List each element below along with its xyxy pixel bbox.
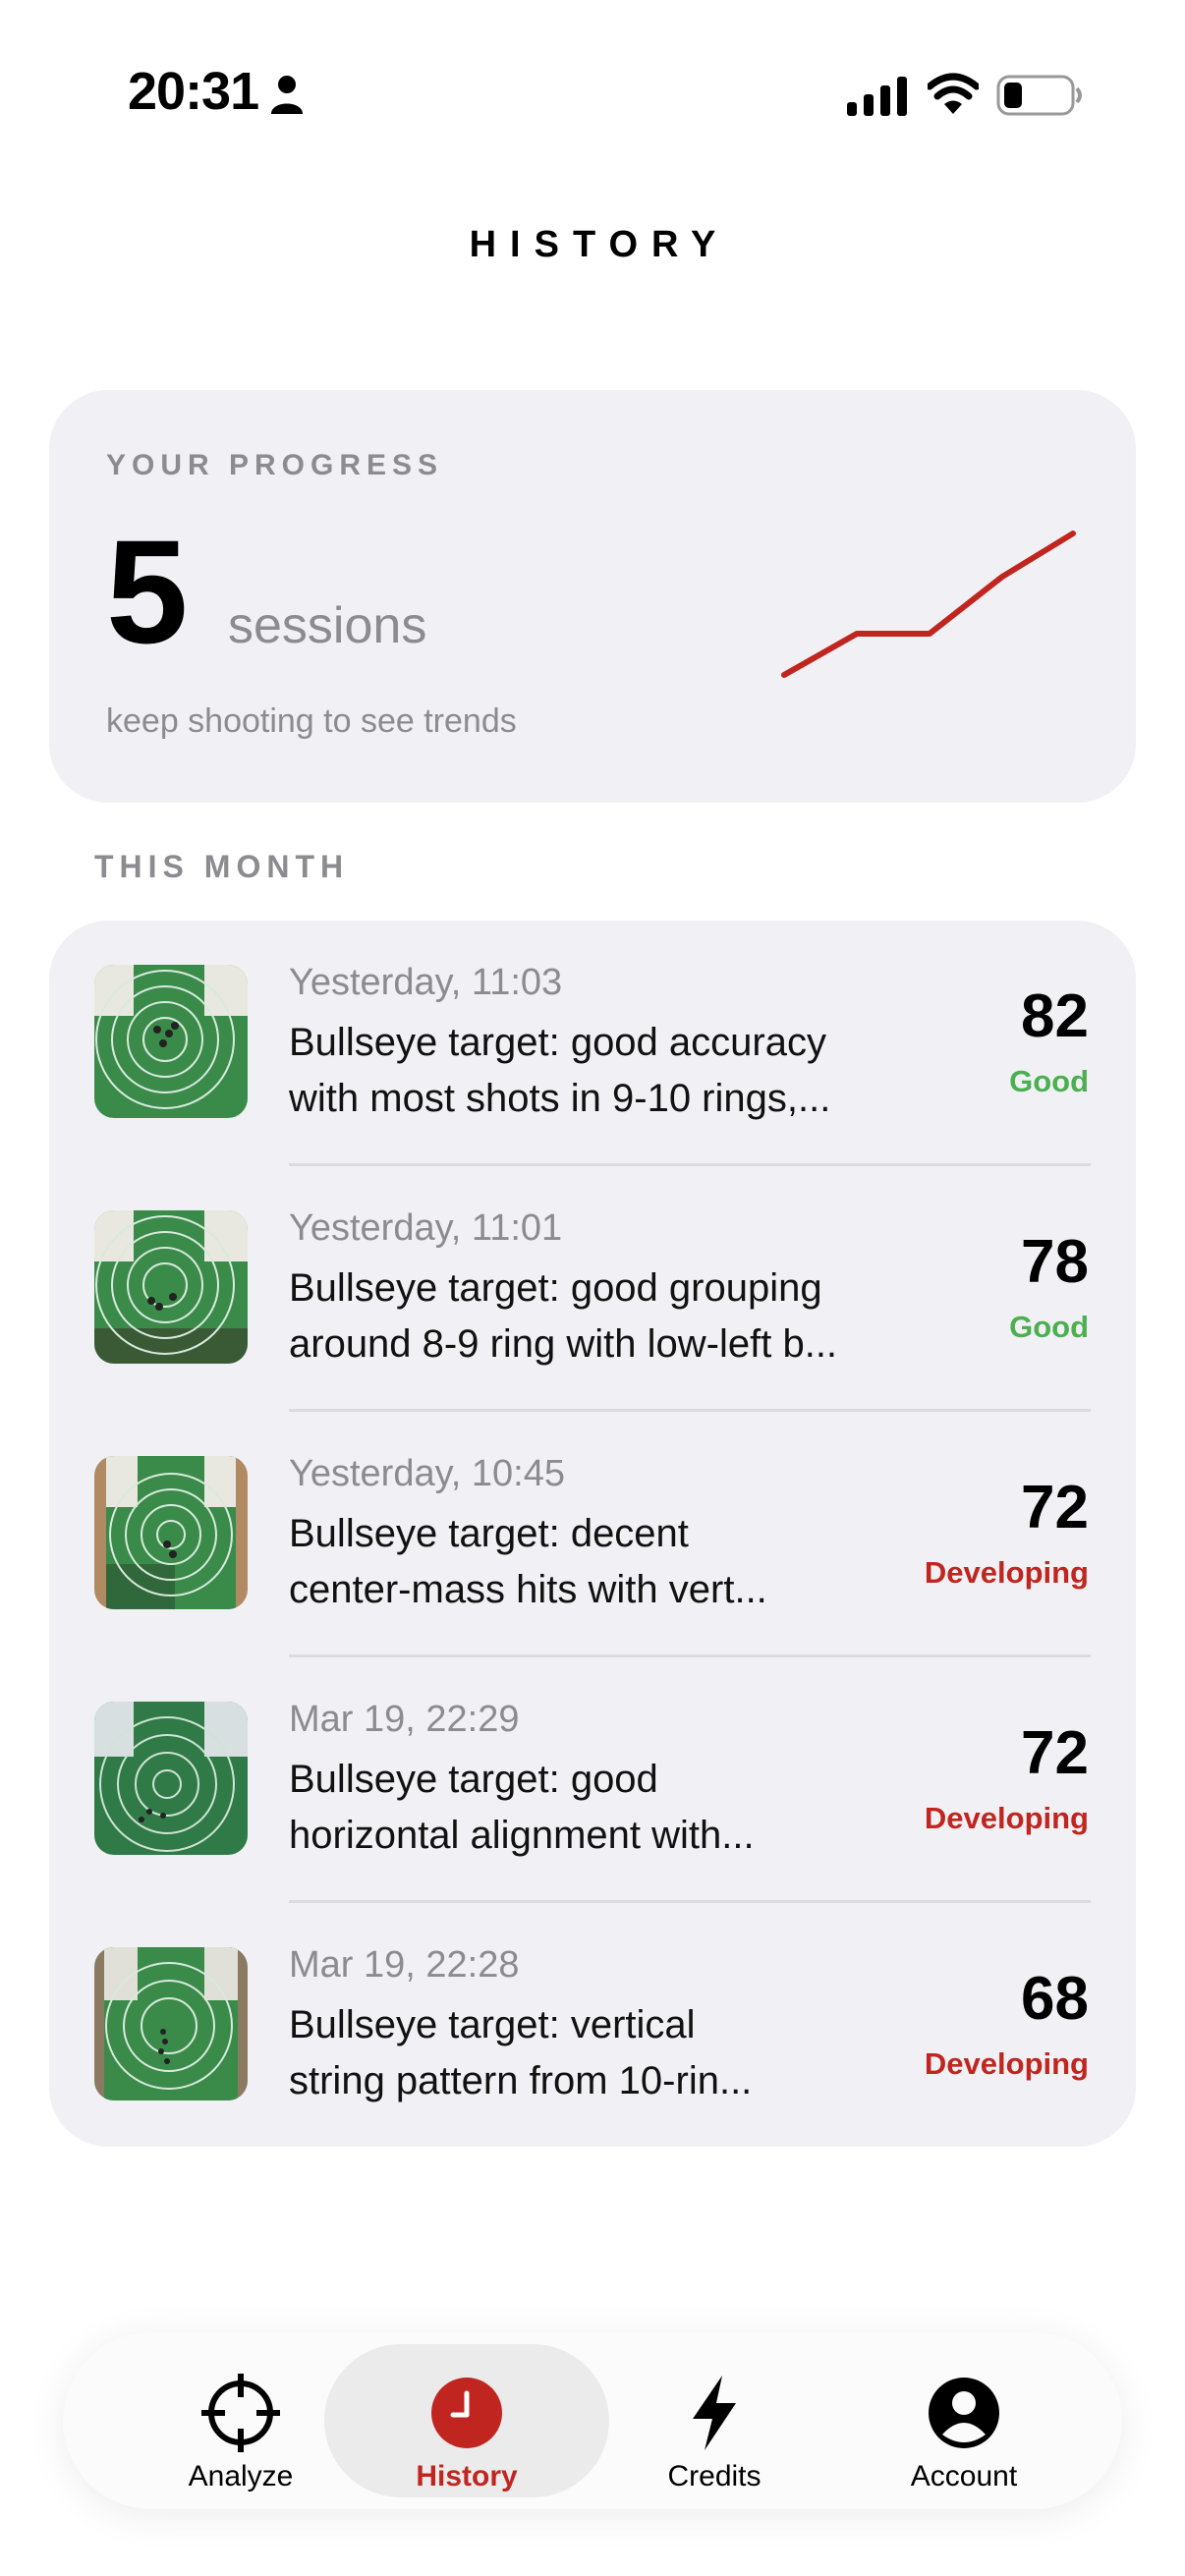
tab-credits[interactable]: Credits bbox=[572, 2344, 857, 2497]
session-unit: sessions bbox=[228, 597, 427, 654]
session-summary: Bullseye target: good accuracy with most … bbox=[289, 1021, 831, 1120]
target-thumbnail bbox=[94, 965, 248, 1118]
session-list: Yesterday, 11:03 Bullseye target: good a… bbox=[49, 921, 1136, 2147]
status-time: 20:31 bbox=[128, 62, 259, 121]
clock-icon bbox=[431, 2378, 502, 2448]
session-rating: Developing bbox=[924, 2046, 1089, 2081]
session-date: Yesterday, 11:01 bbox=[289, 1207, 563, 1249]
session-summary: Bullseye target: vertical string pattern … bbox=[289, 2003, 753, 2102]
tab-label: Credits bbox=[667, 2460, 762, 2492]
session-score: 72 bbox=[1021, 1719, 1089, 1787]
target-thumbnail bbox=[94, 1456, 248, 1609]
session-date: Yesterday, 10:45 bbox=[289, 1453, 565, 1494]
cellular-signal-icon bbox=[847, 77, 907, 116]
crosshair-icon bbox=[201, 2374, 280, 2452]
tab-bar: Analyze History Credits Account bbox=[63, 2332, 1122, 2509]
session-date: Yesterday, 11:03 bbox=[289, 962, 563, 1003]
wifi-icon bbox=[928, 73, 979, 114]
session-date: Mar 19, 22:28 bbox=[289, 1944, 520, 1986]
progress-label: YOUR PROGRESS bbox=[106, 449, 444, 481]
session-row[interactable]: Yesterday, 11:03 Bullseye target: good a… bbox=[49, 921, 1136, 1166]
target-thumbnail bbox=[94, 1947, 248, 2100]
progress-hint: keep shooting to see trends bbox=[106, 702, 517, 740]
session-score: 78 bbox=[1021, 1228, 1089, 1296]
session-row[interactable]: Yesterday, 10:45 Bullseye target: decent… bbox=[49, 1412, 1136, 1657]
session-rating: Developing bbox=[924, 1801, 1089, 1835]
session-row[interactable]: Mar 19, 22:28 Bullseye target: vertical s… bbox=[49, 1903, 1136, 2147]
session-rating: Good bbox=[1009, 1064, 1089, 1098]
target-thumbnail bbox=[94, 1210, 248, 1364]
page-title: HISTORY bbox=[469, 224, 730, 265]
tab-account[interactable]: Account bbox=[821, 2344, 1106, 2497]
session-score: 72 bbox=[1021, 1474, 1089, 1541]
session-date: Mar 19, 22:29 bbox=[289, 1699, 520, 1740]
battery-icon bbox=[996, 75, 1082, 116]
person-icon bbox=[271, 76, 303, 114]
session-summary: Bullseye target: good horizontal alignmen… bbox=[289, 1758, 755, 1857]
session-rating: Good bbox=[1009, 1310, 1089, 1344]
tab-history[interactable]: History bbox=[324, 2344, 609, 2497]
person-circle-icon bbox=[929, 2378, 999, 2448]
session-summary: Bullseye target: decent center-mass hits … bbox=[289, 1512, 767, 1611]
target-thumbnail bbox=[94, 1702, 248, 1855]
session-score: 68 bbox=[1021, 1965, 1089, 2033]
session-rating: Developing bbox=[924, 1555, 1089, 1590]
session-count: 5 bbox=[106, 509, 188, 674]
trend-sparkline bbox=[781, 531, 1076, 678]
session-score: 82 bbox=[1021, 982, 1089, 1050]
tab-label: History bbox=[416, 2460, 518, 2492]
progress-card: YOUR PROGRESS 5 sessions keep shooting t… bbox=[49, 390, 1136, 803]
session-row[interactable]: Mar 19, 22:29 Bullseye target: good horiz… bbox=[49, 1657, 1136, 1903]
status-bar: 20:31 bbox=[0, 0, 1185, 196]
session-summary: Bullseye target: good grouping around 8-9… bbox=[289, 1266, 838, 1366]
section-label: THIS MONTH bbox=[94, 849, 350, 884]
session-row[interactable]: Yesterday, 11:01 Bullseye target: good g… bbox=[49, 1166, 1136, 1412]
bolt-icon bbox=[693, 2376, 736, 2450]
tab-label: Account bbox=[910, 2460, 1018, 2492]
